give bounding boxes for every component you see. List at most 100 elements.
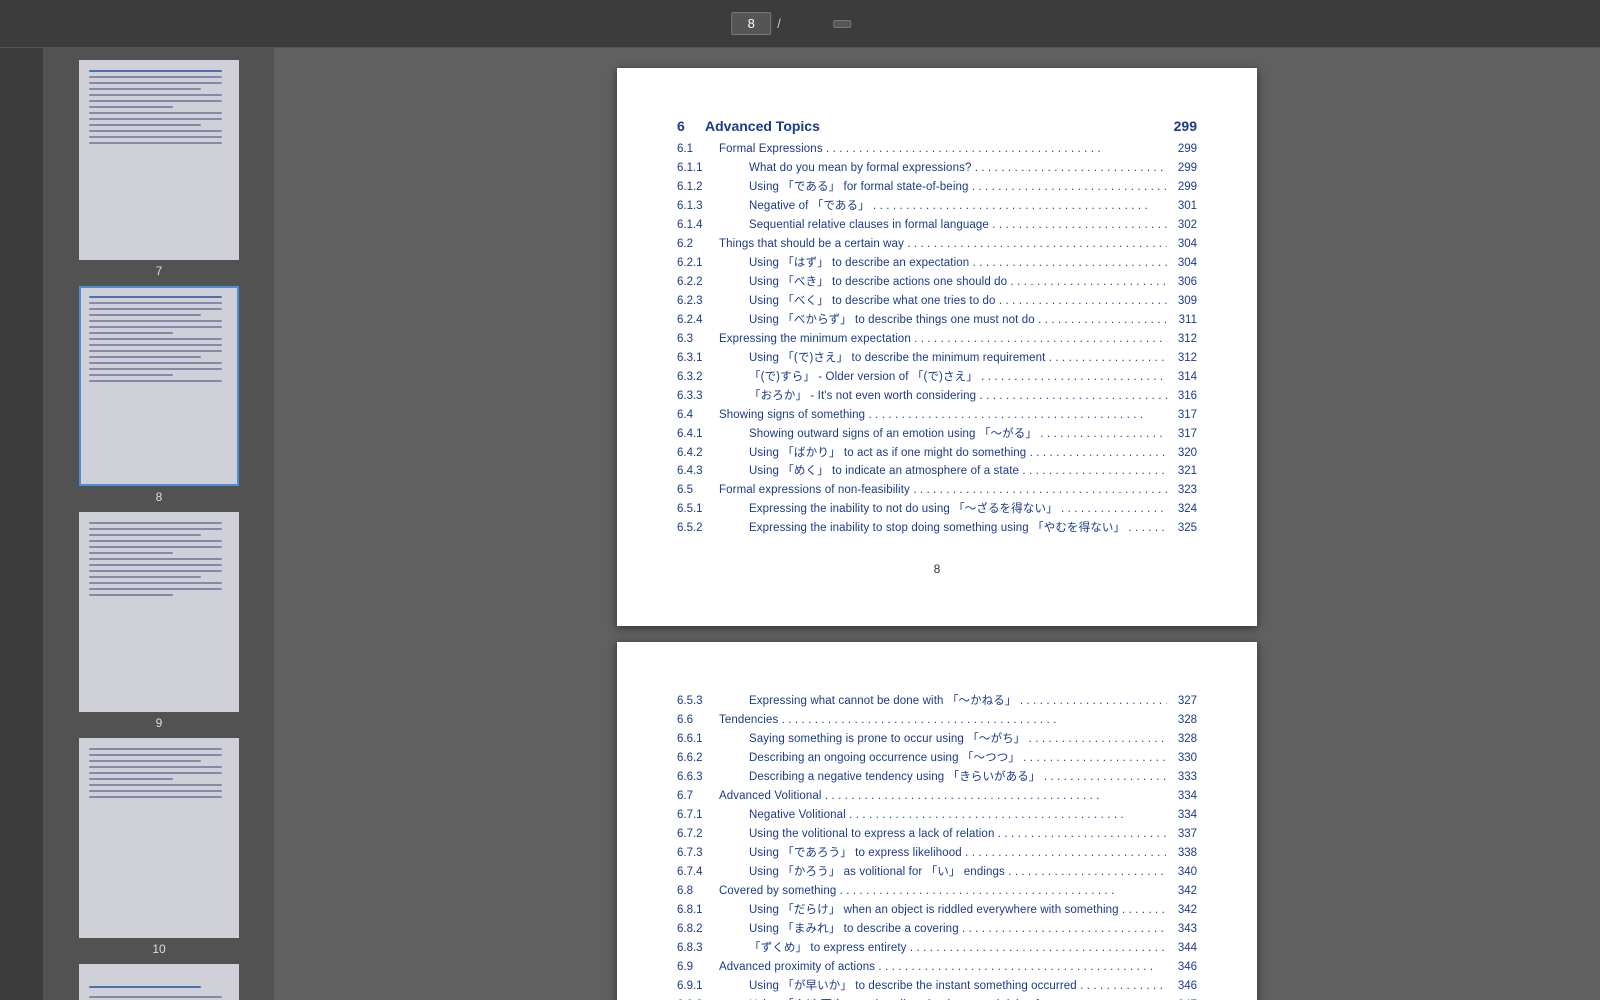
toc-entry: 6.6.2Describing an ongoing occurrence us…	[677, 749, 1197, 768]
toc-entry-page: 317	[1167, 425, 1197, 444]
toc-entry: 6.2.4Using 「べからず」 to describe things one…	[677, 311, 1197, 330]
toc-entry-number: 6.4.2	[677, 444, 749, 463]
toc-entry-text: Using 「ばかり」 to act as if one might do so…	[749, 444, 1167, 463]
toc-entry-page: 314	[1167, 368, 1197, 387]
toc-entry-page: 324	[1167, 500, 1197, 519]
toc-entry-page: 321	[1167, 462, 1197, 481]
toc-entry-text: Formal expressions of non-feasibility . …	[719, 481, 1167, 500]
fit-page-icon[interactable]	[1448, 20, 1456, 28]
toc-entry-page: 333	[1167, 768, 1197, 787]
toc-entry-page: 342	[1167, 882, 1197, 901]
toc-entry-page: 327	[1167, 692, 1197, 711]
toc-entry-text: 「ずくめ」 to express entirety . . . . . . . …	[749, 939, 1167, 958]
toc-entry: 6.2.3Using 「べく」 to describe what one tri…	[677, 292, 1197, 311]
toc-entry-text: Using 「べからず」 to describe things one must…	[749, 311, 1167, 330]
toc-entry-number: 6.5.3	[677, 692, 749, 711]
thumbnail-page-10[interactable]: 10	[52, 738, 266, 956]
toc-entry-number: 6.6	[677, 711, 719, 730]
thumbnail-page-8[interactable]: 8	[52, 286, 266, 504]
toc-entry-number: 6.5.1	[677, 500, 749, 519]
icon-bar	[0, 48, 44, 1000]
thumbnail-page-7[interactable]: 7	[52, 60, 266, 278]
toc-entry-text: 「おろか」 - It's not even worth considering …	[749, 387, 1167, 406]
toc-entry-number: 6.6.3	[677, 768, 749, 787]
section6-page: 299	[1174, 118, 1197, 134]
sidebar-toggle-icon[interactable]	[16, 60, 28, 72]
toc-entry-text: Using 「であろう」 to express likelihood . . .…	[749, 844, 1167, 863]
toc-entries-page8: 6.1Formal Expressions . . . . . . . . . …	[677, 140, 1197, 538]
zoom-in-button[interactable]	[857, 22, 869, 26]
thumbnail-view-icon[interactable]	[16, 80, 28, 92]
toc-entry: 6.1.2Using 「である」 for formal state-of-bei…	[677, 178, 1197, 197]
toc-entry: 6.5Formal expressions of non-feasibility…	[677, 481, 1197, 500]
toc-entry-text: Showing signs of something . . . . . . .…	[719, 406, 1167, 425]
toc-entry: 6.7.4Using 「かろう」 as volitional for 「い」 e…	[677, 863, 1197, 882]
toc-entry: 6.4.3Using 「めく」 to indicate an atmospher…	[677, 462, 1197, 481]
page-number-input[interactable]	[731, 12, 771, 35]
toc-entry-text: Using 「かろう」 as volitional for 「い」 ending…	[749, 863, 1167, 882]
toc-entry-number: 6.1.1	[677, 159, 749, 178]
toc-entry: 6.8.1Using 「だらけ」 when an object is riddl…	[677, 901, 1197, 920]
toc-entry-text: Advanced proximity of actions . . . . . …	[719, 958, 1167, 977]
page-8: 6 Advanced Topics 299 6.1Formal Expressi…	[617, 68, 1257, 626]
toc-entry-number: 6.6.2	[677, 749, 749, 768]
toc-entry: 6.7.3Using 「であろう」 to express likelihood …	[677, 844, 1197, 863]
toc-entry-page: 299	[1167, 159, 1197, 178]
page-nav: /	[731, 12, 869, 35]
toc-entry-text: Tendencies . . . . . . . . . . . . . . .…	[719, 711, 1167, 730]
toc-entry-text: Expressing the minimum expectation . . .…	[719, 330, 1167, 349]
toc-entry: 6.4Showing signs of something . . . . . …	[677, 406, 1197, 425]
toc-entry-page: 334	[1167, 806, 1197, 825]
more-options-icon[interactable]	[1580, 20, 1588, 28]
toc-entry: 6.1Formal Expressions . . . . . . . . . …	[677, 140, 1197, 159]
menu-icon[interactable]	[12, 20, 20, 28]
toc-entry-page: 299	[1167, 178, 1197, 197]
search-icon[interactable]	[16, 100, 28, 112]
thumbnail-page-11[interactable]: 11	[52, 964, 266, 1000]
toc-entry-number: 6.9	[677, 958, 719, 977]
toc-entry-number: 6.7.2	[677, 825, 749, 844]
zoom-out-button[interactable]	[815, 22, 827, 26]
toc-entry-text: Using 「が早いか」 to describe the instant som…	[749, 977, 1167, 996]
toc-entry-number: 6.4.3	[677, 462, 749, 481]
toc-entry-number: 6.3.3	[677, 387, 749, 406]
toc-entry-number: 6.9.1	[677, 977, 749, 996]
toc-entry: 6.3Expressing the minimum expectation . …	[677, 330, 1197, 349]
toc-entry-page: 342	[1167, 901, 1197, 920]
toc-entry-text: What do you mean by formal expressions? …	[749, 159, 1167, 178]
toc-entry: 6.1.4Sequential relative clauses in form…	[677, 216, 1197, 235]
toc-entry-text: Using 「まみれ」 to describe a covering . . .…	[749, 920, 1167, 939]
download-icon[interactable]	[1548, 20, 1556, 28]
toc-entry-number: 6.3	[677, 330, 719, 349]
toc-entry: 6.5.2Expressing the inability to stop do…	[677, 519, 1197, 538]
toc-entry-number: 6.1.2	[677, 178, 749, 197]
toc-entry-page: 340	[1167, 863, 1197, 882]
toc-entry: 6.8.2Using 「まみれ」 to describe a covering …	[677, 920, 1197, 939]
toc-entry-number: 6.7.4	[677, 863, 749, 882]
toc-entry-number: 6.4.1	[677, 425, 749, 444]
toolbar: /	[0, 0, 1600, 48]
toc-entry: 6.6Tendencies . . . . . . . . . . . . . …	[677, 711, 1197, 730]
toc-entry-text: Expressing the inability to stop doing s…	[749, 519, 1167, 538]
toc-entry-text: Using 「べく」 to describe what one tries to…	[749, 292, 1167, 311]
toc-entry-page: 346	[1167, 977, 1197, 996]
toc-entry-number: 6.7.3	[677, 844, 749, 863]
toc-entry-page: 346	[1167, 958, 1197, 977]
print-icon[interactable]	[1564, 20, 1572, 28]
toc-entry-page: 304	[1167, 254, 1197, 273]
toc-entry-number: 6.2.2	[677, 273, 749, 292]
toc-entry-page: 312	[1167, 349, 1197, 368]
toc-entry: 6.8.3「ずくめ」 to express entirety . . . . .…	[677, 939, 1197, 958]
toc-entry-text: Negative of 「である」 . . . . . . . . . . . …	[749, 197, 1167, 216]
toc-entry-page: 312	[1167, 330, 1197, 349]
toc-entry-text: Showing outward signs of an emotion usin…	[749, 425, 1167, 444]
toc-entry: 6.2Things that should be a certain way .…	[677, 235, 1197, 254]
toc-entry-number: 6.2.3	[677, 292, 749, 311]
toc-entry-text: Advanced Volitional . . . . . . . . . . …	[719, 787, 1167, 806]
toc-entry-page: 316	[1167, 387, 1197, 406]
thumb-img-10	[79, 738, 239, 938]
toc-entry: 6.4.2Using 「ばかり」 to act as if one might …	[677, 444, 1197, 463]
thumbnail-page-9[interactable]: 9	[52, 512, 266, 730]
toc-entry-number: 6.8	[677, 882, 719, 901]
history-icon[interactable]	[1464, 20, 1472, 28]
